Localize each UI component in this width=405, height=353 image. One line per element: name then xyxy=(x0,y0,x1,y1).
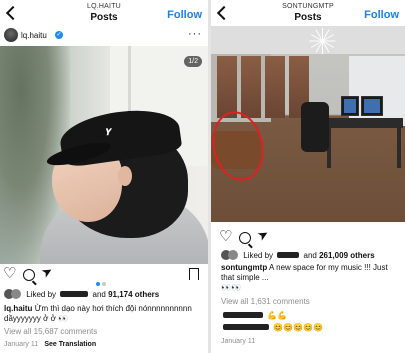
acoustic-panel xyxy=(241,56,261,118)
liker-avatar xyxy=(11,289,21,299)
comment-text: 💪💪 xyxy=(267,311,288,320)
liked-count: 261,009 others xyxy=(319,251,375,260)
action-bar xyxy=(211,227,405,247)
studio-desk xyxy=(323,118,403,128)
post-username[interactable]: lq.haitu xyxy=(21,31,47,40)
comment-text: 😊😊😊😊😊 xyxy=(273,323,324,332)
liked-and: and xyxy=(92,290,106,299)
heart-icon[interactable] xyxy=(3,264,17,282)
follow-button[interactable]: Follow xyxy=(364,9,399,21)
post-footer: January 11 See Translation xyxy=(4,339,96,350)
caption: sontungmtp A new space for my music !!! … xyxy=(221,263,401,293)
post-image[interactable]: 𝒀 1/2 xyxy=(0,46,208,264)
redacted-username xyxy=(60,291,89,297)
liked-prefix: Liked by xyxy=(26,290,57,299)
post-date: January 11 xyxy=(221,338,256,345)
caption: lq.haitu Ừm thì dạo này hơi thích đội nó… xyxy=(4,304,204,324)
person-ear xyxy=(118,166,132,186)
heart-icon[interactable] xyxy=(219,227,233,245)
liked-by-line[interactable]: Liked by and 261,009 others xyxy=(221,250,375,261)
liked-and: and xyxy=(303,251,317,260)
left-top-bar: LQ.HAITU Posts Follow xyxy=(0,0,208,26)
liker-avatar xyxy=(228,250,238,260)
office-chair xyxy=(301,102,329,152)
comment-row: 😊😊😊😊😊 xyxy=(221,323,323,333)
room-ceiling xyxy=(211,26,405,54)
cap-logo-icon: 𝒀 xyxy=(106,128,112,138)
post-header: lq.haitu ✓ ··· xyxy=(0,26,208,46)
caption-text: Ừm thì dạo này hơi thích đội nónnnnnnnnn… xyxy=(4,304,192,323)
liked-count: 91,174 others xyxy=(108,290,160,299)
caption-username[interactable]: lq.haitu xyxy=(4,304,32,313)
right-post-panel: SONTUNGMTP Posts Follow Liked by xyxy=(211,0,405,353)
more-icon[interactable]: ··· xyxy=(188,28,202,40)
follow-button[interactable]: Follow xyxy=(167,9,202,21)
avatar[interactable] xyxy=(4,28,18,42)
desk-leg xyxy=(397,128,401,168)
action-bar xyxy=(0,264,208,286)
right-top-bar: SONTUNGMTP Posts Follow xyxy=(211,0,405,26)
post-image[interactable] xyxy=(211,26,405,222)
send-icon[interactable] xyxy=(42,268,56,282)
view-comments-link[interactable]: View all 1,631 comments xyxy=(221,297,310,307)
comment-icon[interactable] xyxy=(23,269,35,281)
view-comments-link[interactable]: View all 15,687 comments xyxy=(4,327,97,337)
bookmark-icon[interactable] xyxy=(189,268,199,280)
comment-icon[interactable] xyxy=(239,232,251,244)
send-icon[interactable] xyxy=(258,231,272,245)
redacted-username xyxy=(277,252,300,258)
acoustic-panel xyxy=(265,56,285,118)
caption-emoji: 👀👀 xyxy=(221,283,241,292)
liked-prefix: Liked by xyxy=(243,251,274,260)
image-counter-badge: 1/2 xyxy=(184,56,202,67)
chandelier-icon xyxy=(309,28,337,56)
verified-icon: ✓ xyxy=(55,31,63,39)
monitor xyxy=(361,96,383,116)
liked-by-line[interactable]: Liked by and 91,174 others xyxy=(4,289,159,300)
see-translation-link[interactable]: See Translation xyxy=(44,341,96,348)
left-post-panel: LQ.HAITU Posts Follow lq.haitu ✓ ··· 𝒀 1… xyxy=(0,0,208,353)
redacted-username xyxy=(223,324,269,330)
monitor xyxy=(341,96,359,116)
post-date: January 11 xyxy=(4,341,39,348)
carousel-dot xyxy=(102,282,106,286)
redacted-username xyxy=(223,312,263,318)
caption-username[interactable]: sontungmtp xyxy=(221,263,267,272)
carousel-dot-active xyxy=(96,282,100,286)
acoustic-panel xyxy=(217,56,237,118)
comment-row: 💪💪 xyxy=(221,311,287,321)
